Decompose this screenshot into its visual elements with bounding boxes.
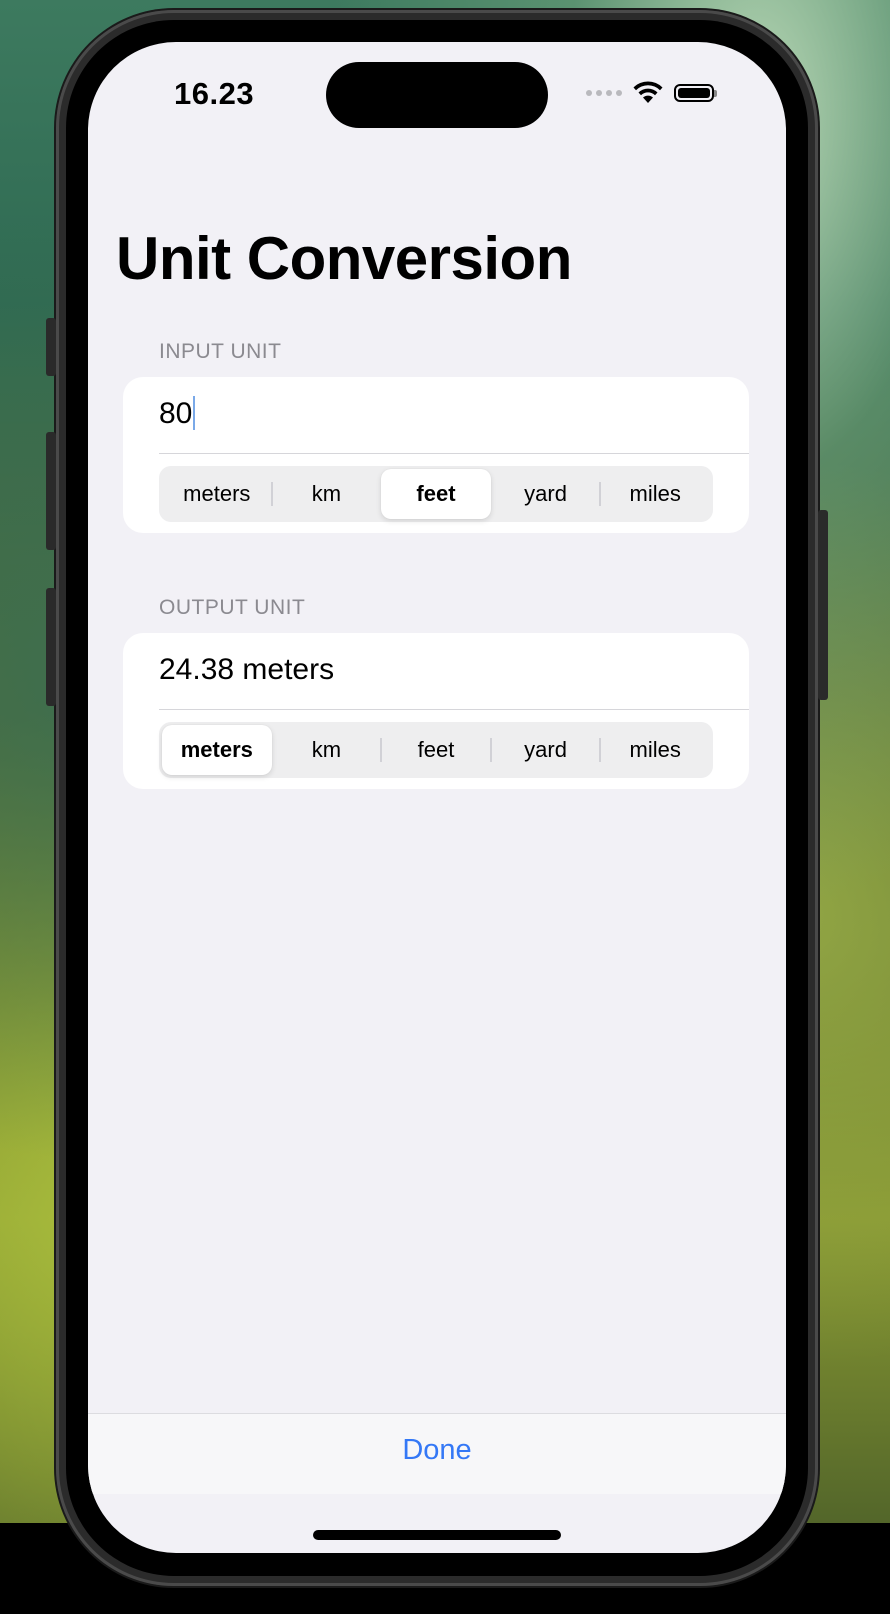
input-unit-picker[interactable]: meters km feet yard miles [159,466,713,522]
mute-switch [46,318,56,376]
output-unit-miles[interactable]: miles [599,725,710,775]
segment-label: miles [629,481,681,506]
input-value-field[interactable]: 80 [159,396,196,432]
volume-down-button [46,588,56,706]
done-button[interactable]: Done [88,1434,786,1467]
segment-label: meters [183,481,251,506]
input-unit-yard[interactable]: yard [491,469,601,519]
segment-separator [380,738,383,762]
input-card: 80 meters km feet yard miles [123,377,749,533]
segment-label: feet [417,737,455,762]
input-value-text: 80 [159,397,193,430]
segment-separator [599,482,602,506]
divider [159,453,749,454]
segment-label: yard [524,737,567,762]
dynamic-island [326,62,548,128]
power-button [818,510,828,700]
home-indicator[interactable] [313,1530,561,1540]
output-value: 24.38 meters [159,653,335,686]
status-icons [586,80,717,106]
output-unit-header: OUTPUT UNIT [159,596,306,619]
divider [159,709,749,710]
segment-label: miles [629,737,681,762]
segment-separator [489,738,492,762]
keyboard-toolbar: Done [88,1413,786,1494]
segment-label: yard [524,481,567,506]
wifi-icon [633,81,663,103]
segment-separator [599,738,602,762]
phone-screen: 16.23 Unit Conversion INPUT UNIT 80 mete… [88,42,786,1553]
segment-label: km [311,481,342,506]
output-unit-km[interactable]: km [272,725,382,775]
input-unit-km[interactable]: km [270,469,382,519]
status-time: 16.23 [174,76,255,111]
battery-icon [674,84,717,102]
text-cursor [193,396,196,431]
page-title: Unit Conversion [116,225,572,292]
output-unit-meters[interactable]: meters [162,725,272,775]
input-unit-meters[interactable]: meters [162,469,272,519]
segment-label: km [311,737,342,762]
cellular-dots-icon [586,90,622,96]
input-unit-feet[interactable]: feet [381,469,491,519]
volume-up-button [46,432,56,550]
input-unit-miles[interactable]: miles [599,469,710,519]
output-unit-picker[interactable]: meters km feet yard miles [159,722,713,778]
segment-label: meters [180,737,253,762]
output-unit-feet[interactable]: feet [380,725,491,775]
output-card: 24.38 meters meters km feet yard miles [123,633,749,789]
output-unit-yard[interactable]: yard [489,725,601,775]
input-unit-header: INPUT UNIT [159,340,282,363]
segment-separator [270,482,273,506]
segment-label: feet [416,481,456,506]
